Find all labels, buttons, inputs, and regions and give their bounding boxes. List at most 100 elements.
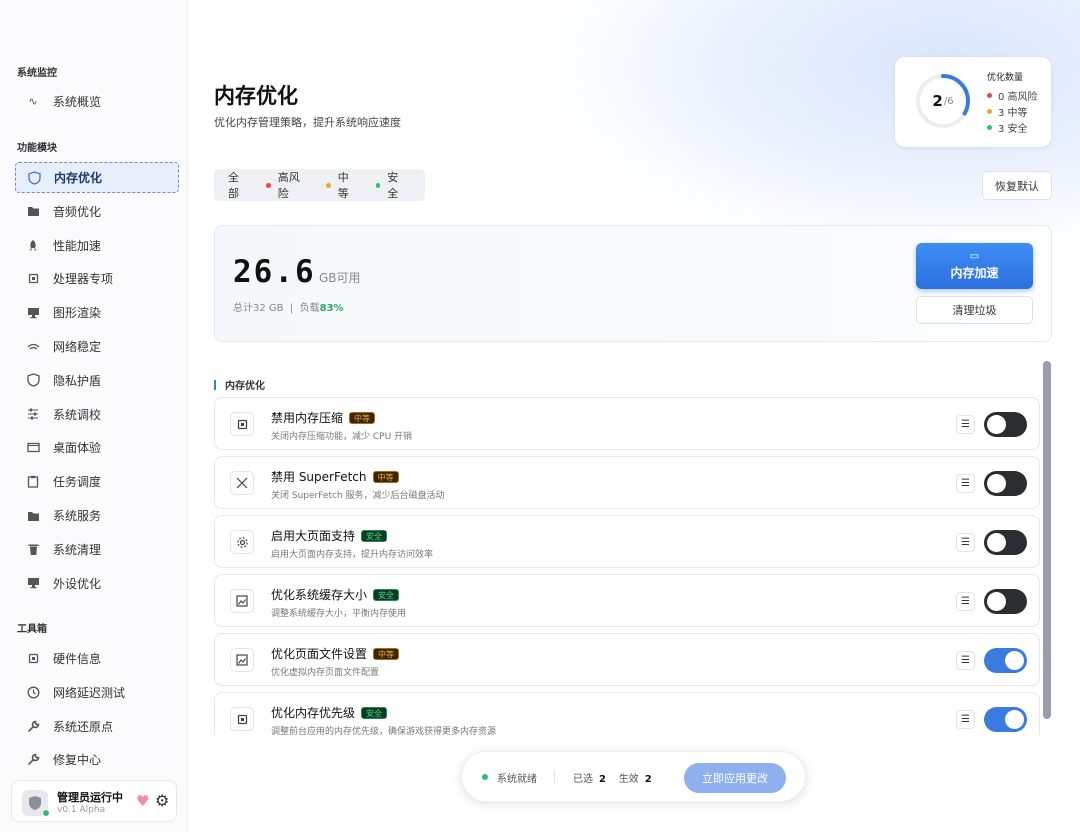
restore-default-button[interactable]: 恢复默认 — [982, 171, 1052, 200]
details-list-icon[interactable]: ☰ — [956, 533, 975, 552]
sidebar-item-label: 系统还原点 — [53, 719, 114, 734]
page-title: 内存优化 — [214, 84, 298, 108]
sidebar-item-label: 性能加速 — [53, 238, 102, 253]
sidebar-item-tuning[interactable]: 系统调校 — [15, 399, 179, 430]
sidebar-item-tasks[interactable]: 任务调度 — [15, 466, 179, 497]
item-title: 优化页面文件设置 中等 — [271, 645, 400, 662]
sidebar-item-processor[interactable]: 处理器专项 — [15, 263, 179, 294]
risk-badge: 中等 — [373, 648, 400, 660]
image-icon — [230, 589, 254, 613]
item-toggle[interactable] — [984, 530, 1027, 555]
sidebar-item-cleanup[interactable]: 系统清理 — [15, 534, 179, 565]
details-list-icon[interactable]: ☰ — [956, 710, 975, 729]
item-toggle[interactable] — [984, 707, 1027, 732]
details-list-icon[interactable]: ☰ — [956, 415, 975, 434]
rocket-icon — [26, 238, 40, 252]
memory-icon: ▭ — [969, 250, 980, 262]
shield-icon — [27, 170, 41, 185]
sidebar-item-label: 任务调度 — [53, 475, 102, 490]
medium-dot — [987, 109, 992, 114]
clipboard-icon — [26, 475, 40, 489]
heart-icon[interactable]: ♥ — [136, 792, 149, 810]
user-name: 管理员运行中 — [57, 791, 123, 804]
apply-changes-button[interactable]: 立即应用更改 — [684, 763, 786, 793]
high-risk-dot — [266, 182, 271, 188]
sidebar-item-latency-test[interactable]: 网络延迟测试 — [15, 677, 179, 708]
sidebar-item-graphics[interactable]: 图形渲染 — [15, 297, 179, 328]
sidebar-item-label: 系统调校 — [53, 407, 102, 422]
sidebar-item-label: 音频优化 — [53, 204, 102, 219]
sidebar-item-hardware-info[interactable]: 硬件信息 — [15, 643, 179, 674]
sidebar-item-performance[interactable]: 性能加速 — [15, 230, 179, 261]
item-toggle[interactable] — [984, 589, 1027, 614]
filter-safe[interactable]: 安全 — [375, 169, 408, 201]
sidebar-item-label: 系统概览 — [53, 95, 102, 109]
toggle-knob — [1005, 651, 1024, 670]
wave-icon: ∿ — [28, 95, 38, 108]
monitor-icon — [26, 306, 40, 320]
clean-junk-button[interactable]: 清理垃圾 — [916, 296, 1033, 324]
item-title: 优化内存优先级 安全 — [271, 704, 388, 721]
sliders-icon — [26, 407, 40, 421]
sidebar-item-label: 外设优化 — [53, 576, 102, 591]
memory-boost-button[interactable]: ▭ 内存加速 — [916, 243, 1033, 289]
wrench-icon — [26, 753, 40, 767]
chip-icon — [230, 412, 254, 436]
sidebar-item-label: 硬件信息 — [53, 652, 102, 666]
sidebar-item-privacy[interactable]: 隐私护盾 — [15, 365, 179, 396]
list-section-header: 内存优化 — [214, 377, 265, 392]
high-risk-dot — [987, 93, 992, 98]
wrench-icon — [26, 719, 40, 733]
sidebar-item-audio[interactable]: 音频优化 — [15, 196, 179, 227]
status-dot — [482, 774, 488, 780]
close-icon — [230, 471, 254, 495]
safe-dot — [987, 125, 992, 130]
scrollbar[interactable] — [1043, 361, 1051, 719]
image-icon — [230, 648, 254, 672]
shield-icon — [26, 373, 40, 387]
sidebar-item-label: 内存优化 — [54, 171, 103, 185]
item-title: 禁用内存压缩 中等 — [271, 409, 376, 426]
details-list-icon[interactable]: ☰ — [956, 592, 975, 611]
optimization-count-card: 2/6 优化数量 0 高风险 3 中等 3 安全 — [895, 57, 1051, 147]
memory-unit: GB可用 — [319, 271, 361, 285]
filter-all[interactable]: 全部 — [228, 169, 249, 201]
stat-medium: 3 中等 — [987, 104, 1028, 119]
sidebar-item-network[interactable]: 网络稳定 — [15, 331, 179, 362]
toggle-knob — [987, 592, 1006, 611]
item-toggle[interactable] — [984, 412, 1027, 437]
system-status: 系统就绪 — [497, 774, 537, 785]
sidebar-item-repair-center[interactable]: 修复中心 — [15, 744, 179, 775]
item-toggle[interactable] — [984, 648, 1027, 673]
filter-high-risk[interactable]: 高风险 — [266, 169, 309, 201]
item-description: 启用大页面内存支持，提升内存访问效率 — [271, 550, 434, 560]
sidebar-item-peripherals[interactable]: 外设优化 — [15, 568, 179, 599]
details-list-icon[interactable]: ☰ — [956, 651, 975, 670]
action-bar: 系统就绪 已选 2 生效 2 立即应用更改 — [461, 751, 806, 802]
optimization-item: 优化页面文件设置 中等优化虚拟内存页面文件配置 ☰ — [214, 633, 1040, 686]
sidebar-item-restore-point[interactable]: 系统还原点 — [15, 711, 179, 742]
gear-icon[interactable]: ⚙ — [155, 791, 169, 810]
filter-medium[interactable]: 中等 — [326, 169, 358, 201]
sidebar-item-label: 系统清理 — [53, 542, 102, 557]
clock-icon — [26, 685, 40, 699]
sidebar-item-memory[interactable]: 内存优化 — [15, 162, 179, 193]
details-list-icon[interactable]: ☰ — [956, 474, 975, 493]
optimization-item: 禁用 SuperFetch 中等 关闭 SuperFetch 服务，减少后台磁盘活动… — [214, 456, 1040, 509]
gear-icon — [230, 530, 254, 554]
monitor-icon — [26, 576, 40, 590]
page-subtitle: 优化内存管理策略，提升系统响应速度 — [214, 116, 401, 129]
sidebar-item-label: 修复中心 — [53, 753, 102, 768]
folder-icon — [26, 204, 40, 218]
optimization-item: 优化系统缓存大小 安全 调整系统缓存大小，平衡内存使用 ☰ — [214, 574, 1040, 627]
progress-value: 2/6 — [932, 92, 954, 110]
memory-summary: 总计32 GB | 负载83% — [233, 303, 344, 314]
sidebar-item-services[interactable]: 系统服务 — [15, 500, 179, 531]
item-description: 优化虚拟内存页面文件配置 — [271, 668, 380, 678]
optimization-list: 禁用内存压缩 中等 关闭内存压缩功能，减少 CPU 开销 ☰ 禁用 SuperFetch… — [214, 397, 1042, 735]
item-title: 启用大页面支持 安全 — [271, 527, 388, 544]
risk-badge: 中等 — [349, 412, 376, 424]
sidebar-item-desktop[interactable]: 桌面体验 — [15, 432, 179, 463]
item-toggle[interactable] — [984, 471, 1027, 496]
sidebar-item-overview[interactable]: ∿ 系统概览 — [15, 86, 179, 117]
